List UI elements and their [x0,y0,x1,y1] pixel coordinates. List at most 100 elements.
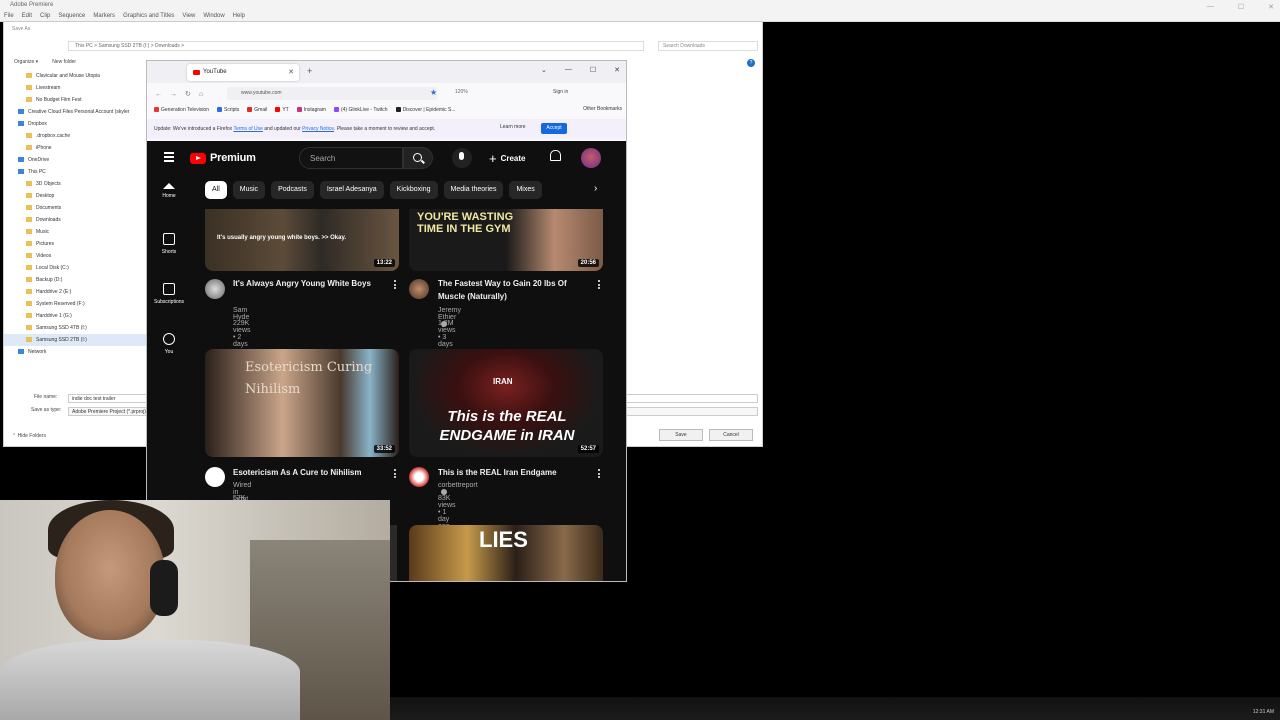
video-title[interactable]: It's Always Angry Young White Boys [233,277,383,290]
chip-media-theories[interactable]: Media theories [443,181,504,199]
chip-music[interactable]: Music [232,181,266,199]
microphone-icon[interactable] [452,148,472,168]
youtube-search-input[interactable]: Search [299,147,403,169]
chip-israel-adesanya[interactable]: Israel Adesanya [319,181,384,199]
close-icon[interactable]: ✕ [614,66,620,74]
address-bar[interactable]: This PC > Samsung SSD 2TB (I:) > Downloa… [68,41,644,51]
channel-avatar[interactable] [205,279,225,299]
video-title[interactable]: Esotericism As A Cure to Nihilism [233,466,383,479]
menu-help[interactable]: Help [233,13,245,19]
minimize-icon[interactable]: — [565,66,572,74]
menu-view[interactable]: View [182,13,195,19]
hide-folders-button[interactable]: ⌃ Hide Folders [12,433,46,439]
tree-item[interactable]: Network [4,346,147,358]
tree-item[interactable]: Backup (D:) [4,274,147,286]
tree-item[interactable]: Samsung SSD 4TB (I:) [4,322,147,334]
maximize-icon[interactable]: ☐ [1238,3,1244,11]
tree-item[interactable]: Livestream [4,82,147,94]
tab-youtube[interactable]: YouTube ✕ [187,64,299,81]
menu-icon[interactable] [164,152,174,162]
more-options-icon[interactable] [598,469,601,480]
new-tab-icon[interactable]: + [307,66,312,76]
menu-edit[interactable]: Edit [22,13,32,19]
bookmark-item[interactable]: (4) GlinkLive - Twitch [333,107,388,113]
channel-avatar[interactable] [409,467,429,487]
tree-item[interactable]: System Reserved (F:) [4,298,147,310]
organize-button[interactable]: Organize ▾ [14,59,38,65]
more-options-icon[interactable] [598,280,601,291]
chip-mixes[interactable]: Mixes [509,181,542,199]
tree-item[interactable]: Harddrive 1 (G:) [4,310,147,322]
new-folder-button[interactable]: New folder [52,59,76,65]
youtube-logo[interactable]: Premium [190,152,256,164]
search-button[interactable] [403,147,433,169]
create-button[interactable]: + Create [483,148,532,168]
video-thumbnail[interactable]: YOU'RE WASTING TIME IN THE GYM 20:56 [409,209,603,271]
sign-in-button[interactable]: Sign in [553,89,568,95]
tree-item[interactable]: iPhone [4,142,147,154]
chevron-right-icon[interactable]: › [594,183,597,194]
url-bar[interactable]: www.youtube.com ★ [227,87,437,100]
accept-button[interactable]: Accept [541,123,567,134]
channel-name[interactable]: Sam Hyde [233,307,249,321]
video-title[interactable]: The Fastest Way to Gain 20 lbs Of Muscle… [438,277,588,303]
bookmark-star-icon[interactable]: ★ [430,88,437,97]
tree-item[interactable]: Harddrive 2 (E:) [4,286,147,298]
bookmark-item[interactable]: Discover | Epidemic S... [395,107,456,113]
guide-home[interactable]: Home [147,183,191,227]
search-input[interactable]: Search Downloads [658,41,758,51]
tab-list-icon[interactable]: ⌄ [541,66,547,74]
tree-item[interactable]: 3D Objects [4,178,147,190]
more-options-icon[interactable] [394,469,397,480]
menu-clip[interactable]: Clip [40,13,50,19]
tree-item[interactable]: This PC [4,166,147,178]
bookmark-item[interactable]: Scripts [217,107,239,113]
maximize-icon[interactable]: ☐ [590,66,596,74]
video-thumbnail[interactable]: LIES [409,525,603,581]
guide-shorts[interactable]: Shorts [147,233,191,277]
cancel-button[interactable]: Cancel [709,429,753,441]
forward-icon[interactable]: → [170,91,177,98]
menu-window[interactable]: Window [203,13,224,19]
terms-link[interactable]: Terms of Use [233,126,262,132]
chip-kickboxing[interactable]: Kickboxing [389,181,438,199]
close-tab-icon[interactable]: ✕ [288,68,294,76]
tree-item[interactable]: Dropbox [4,118,147,130]
channel-avatar[interactable] [409,279,429,299]
video-thumbnail[interactable]: IRAN This is the REAL ENDGAME in IRAN 52… [409,349,603,457]
tree-item[interactable]: Creative Cloud Files Personal Account (s… [4,106,147,118]
video-thumbnail[interactable]: Esotericism Curing Nihilism 33:52 [205,349,399,457]
tree-item[interactable]: Clavicular and Mouse Utopia [4,70,147,82]
guide-subscriptions[interactable]: Subscriptions [147,283,191,327]
save-button[interactable]: Save [659,429,703,441]
close-icon[interactable]: ✕ [1268,3,1274,11]
bookmark-item[interactable]: Gmail [247,107,267,113]
menu-graphics[interactable]: Graphics and Titles [123,13,174,19]
tree-item[interactable]: No Budget Film Fest [4,94,147,106]
chip-all[interactable]: All [205,181,227,199]
channel-name[interactable]: corbettreport [438,482,478,496]
tree-item[interactable]: Local Disk (C:) [4,262,147,274]
bookmark-item[interactable]: YT [275,107,289,113]
menu-sequence[interactable]: Sequence [58,13,85,19]
help-icon[interactable]: ? [747,59,755,67]
tree-item[interactable]: Downloads [4,214,147,226]
tree-item[interactable]: Samsung SSD 2TB (I:) [4,334,147,346]
zoom-level[interactable]: 120% [455,89,468,95]
menu-markers[interactable]: Markers [93,13,115,19]
learn-more-link[interactable]: Learn more [500,124,526,130]
bookmark-item[interactable]: Generation Television [154,107,209,113]
video-thumbnail[interactable]: It's usually angry young white boys. >> … [205,209,399,271]
avatar[interactable] [581,148,601,168]
chip-podcasts[interactable]: Podcasts [271,181,314,199]
back-icon[interactable]: ← [155,91,162,98]
minimize-icon[interactable]: — [1207,3,1214,11]
tree-item[interactable]: OneDrive [4,154,147,166]
home-icon[interactable]: ⌂ [199,91,203,98]
other-bookmarks[interactable]: Other Bookmarks [583,106,622,112]
menu-file[interactable]: File [4,13,14,19]
tree-item[interactable]: Music [4,226,147,238]
notifications-bell-icon[interactable] [549,150,561,162]
channel-avatar[interactable] [205,467,225,487]
tree-item[interactable]: Pictures [4,238,147,250]
